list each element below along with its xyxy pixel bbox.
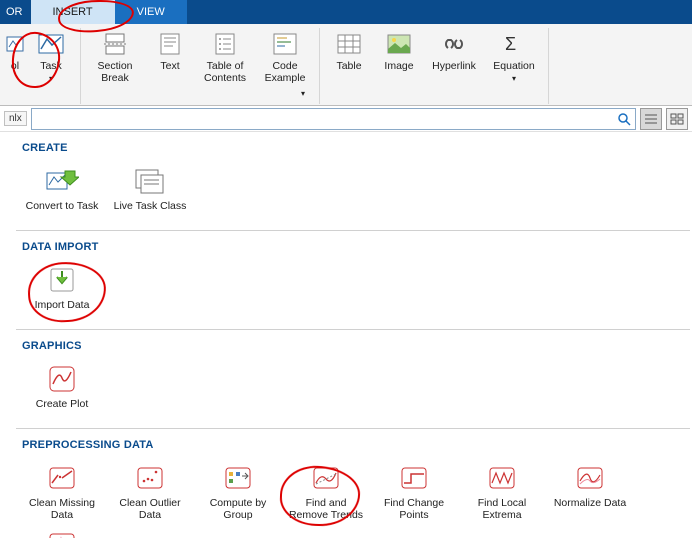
task-button[interactable]: Task ▾ — [26, 28, 76, 102]
section-create: CREATE Convert to Task Live Task Class — [16, 132, 690, 230]
item-normalize-data[interactable]: Normalize Data — [548, 459, 632, 525]
item-find-remove-trends[interactable]: Find and Remove Trends — [284, 459, 368, 525]
search-button[interactable] — [613, 109, 635, 129]
hyperlink-button[interactable]: Hyperlink — [424, 28, 484, 102]
table-button[interactable]: Table — [324, 28, 374, 102]
find-extrema-icon — [485, 463, 519, 493]
svg-text:Σ: Σ — [505, 34, 516, 54]
search-row: nlx — [0, 106, 692, 132]
item-import-data[interactable]: Import Data — [20, 261, 104, 315]
item-label: Find and Remove Trends — [289, 497, 363, 521]
ribbon-insert: ol Task ▾ Section Break Text Tab — [0, 24, 692, 106]
section-break-button[interactable]: Section Break — [85, 28, 145, 102]
toc-icon — [211, 32, 239, 56]
item-label: Live Task Class — [114, 200, 187, 212]
chevron-down-icon: ▾ — [49, 73, 53, 85]
text-icon — [156, 32, 184, 56]
control-icon — [1, 32, 29, 56]
clean-outlier-icon — [133, 463, 167, 493]
item-label: Clean Outlier Data — [119, 497, 180, 521]
item-live-task-class[interactable]: Live Task Class — [108, 162, 192, 216]
create-plot-icon — [45, 364, 79, 394]
item-clean-missing-data[interactable]: Clean Missing Data — [20, 459, 104, 525]
tab-insert[interactable]: INSERT — [31, 0, 115, 24]
text-button[interactable]: Text — [145, 28, 195, 102]
ribbon-control-label: ol — [11, 60, 19, 72]
item-find-local-extrema[interactable]: Find Local Extrema — [460, 459, 544, 525]
search-box — [31, 108, 636, 130]
item-label: Clean Missing Data — [29, 497, 95, 521]
grid-view-icon — [670, 113, 684, 125]
code-example-label: Code Example — [265, 60, 306, 84]
item-smooth-data[interactable]: Smooth Data — [20, 525, 104, 538]
image-label: Image — [384, 60, 413, 72]
tab-editor-partial[interactable]: OR — [0, 0, 31, 24]
toc-button[interactable]: Table of Contents — [195, 28, 255, 102]
toc-label: Table of Contents — [204, 60, 246, 84]
find-trends-icon — [309, 463, 343, 493]
convert-task-icon — [45, 166, 79, 196]
section-title-create: CREATE — [16, 140, 690, 162]
compute-group-icon — [221, 463, 255, 493]
table-icon — [335, 32, 363, 56]
section-title-preprocessing: PREPROCESSING DATA — [16, 437, 690, 459]
item-compute-by-group[interactable]: Compute by Group — [196, 459, 280, 525]
equation-icon: Σ — [500, 32, 528, 56]
smooth-icon — [45, 529, 79, 538]
section-title-data-import: DATA IMPORT — [16, 239, 690, 261]
tab-view[interactable]: VIEW — [115, 0, 187, 24]
item-label: Compute by Group — [210, 497, 267, 521]
item-clean-outlier-data[interactable]: Clean Outlier Data — [108, 459, 192, 525]
file-tab[interactable]: nlx — [4, 111, 27, 126]
text-label: Text — [160, 60, 179, 72]
equation-label: Equation — [493, 60, 534, 72]
ribbon-control-partial[interactable]: ol — [4, 28, 26, 102]
section-graphics: GRAPHICS Create Plot — [16, 329, 690, 428]
task-label: Task — [40, 60, 62, 72]
item-find-change-points[interactable]: Find Change Points — [372, 459, 456, 525]
live-task-class-icon — [133, 166, 167, 196]
item-label: Normalize Data — [554, 497, 626, 509]
item-label: Convert to Task — [26, 200, 99, 212]
section-data-import: DATA IMPORT Import Data — [16, 230, 690, 329]
image-icon — [385, 32, 413, 56]
code-example-button[interactable]: Code Example ▾ — [255, 28, 315, 102]
list-view-icon — [644, 113, 658, 125]
section-preprocessing: PREPROCESSING DATA Clean Missing Data Cl… — [16, 428, 690, 538]
equation-button[interactable]: Σ Equation ▾ — [484, 28, 544, 102]
section-break-icon — [101, 32, 129, 56]
item-label: Create Plot — [36, 398, 89, 410]
hyperlink-label: Hyperlink — [432, 60, 476, 72]
find-change-icon — [397, 463, 431, 493]
import-data-icon — [45, 265, 79, 295]
tab-strip: OR INSERT VIEW — [0, 0, 692, 24]
chevron-down-icon: ▾ — [301, 88, 305, 100]
code-example-icon — [271, 32, 299, 56]
table-label: Table — [336, 60, 361, 72]
normalize-icon — [573, 463, 607, 493]
hyperlink-icon — [440, 32, 468, 56]
section-break-label: Section Break — [97, 60, 132, 84]
item-label: Find Change Points — [384, 497, 444, 521]
chevron-down-icon: ▾ — [512, 73, 516, 85]
section-title-graphics: GRAPHICS — [16, 338, 690, 360]
clean-missing-icon — [45, 463, 79, 493]
item-convert-to-task[interactable]: Convert to Task — [20, 162, 104, 216]
view-grid-button[interactable] — [666, 108, 688, 130]
task-gallery: CREATE Convert to Task Live Task Class D… — [16, 132, 690, 538]
item-create-plot[interactable]: Create Plot — [20, 360, 104, 414]
search-icon — [617, 112, 631, 126]
search-input[interactable] — [32, 110, 613, 128]
view-list-button[interactable] — [640, 108, 662, 130]
task-icon — [37, 32, 65, 56]
item-label: Import Data — [35, 299, 90, 311]
item-label: Find Local Extrema — [478, 497, 526, 521]
image-button[interactable]: Image — [374, 28, 424, 102]
